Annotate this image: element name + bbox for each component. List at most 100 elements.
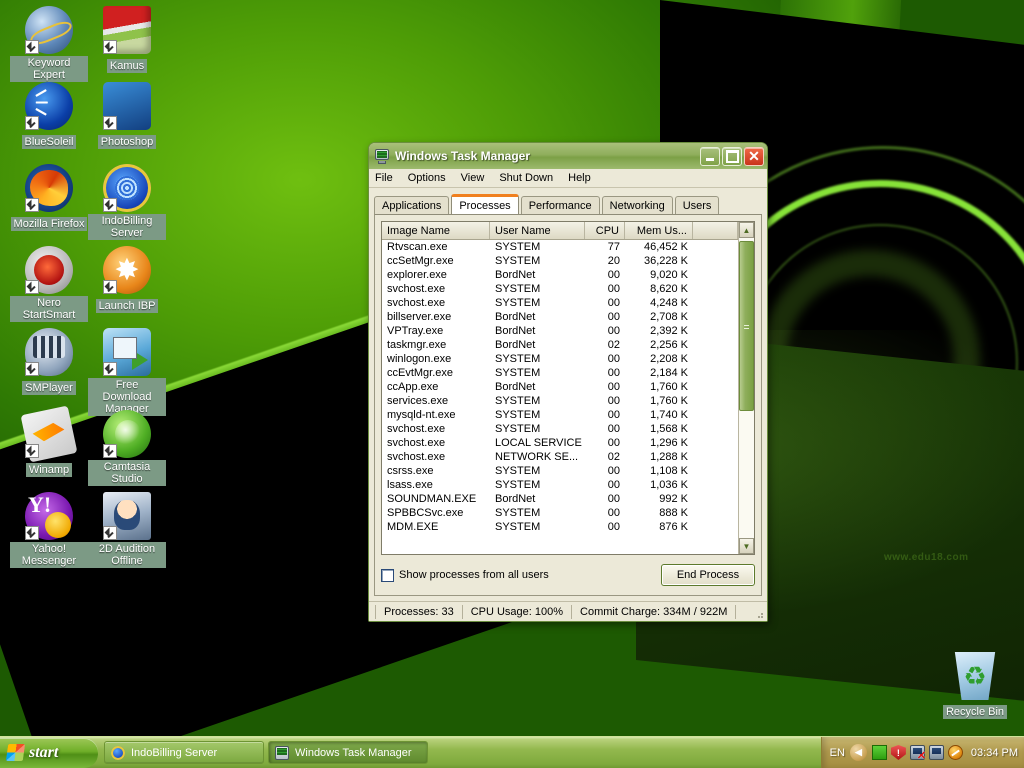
process-mem-usage: 1,760 K — [650, 381, 688, 393]
process-row[interactable]: csrss.exe SYSTEM 00 1,108 K — [382, 464, 738, 478]
language-indicator[interactable]: EN — [830, 747, 845, 759]
system-tray[interactable]: EN ◀ ✕ 03:34 PM — [820, 736, 1024, 768]
taskbar-button-indobilling-server[interactable]: IndoBilling Server — [104, 741, 264, 764]
process-image-name: mysqld-nt.exe — [387, 409, 456, 421]
process-row[interactable]: services.exe SYSTEM 00 1,760 K — [382, 394, 738, 408]
process-row[interactable]: svchost.exe NETWORK SE... 02 1,288 K — [382, 450, 738, 464]
fdm-icon — [103, 328, 151, 376]
network-disconnected-icon[interactable]: ✕ — [909, 745, 926, 762]
desktop-icon-mozilla-firefox[interactable]: Mozilla Firefox — [10, 164, 88, 232]
process-row[interactable]: SOUNDMAN.EXE BordNet 00 992 K — [382, 492, 738, 506]
process-cpu: 00 — [607, 493, 620, 505]
process-rows[interactable]: Rtvscan.exe SYSTEM 77 46,452 K ccSetMgr.exe S… — [382, 240, 738, 554]
disc-icon[interactable] — [947, 745, 963, 760]
resize-grip[interactable] — [754, 609, 764, 619]
process-row[interactable]: svchost.exe SYSTEM 00 1,568 K — [382, 422, 738, 436]
tab-strip-area: Applications Processes Performance Networki… — [369, 188, 767, 214]
process-row[interactable]: VPTray.exe BordNet 00 2,392 K — [382, 324, 738, 338]
process-image-name: svchost.exe — [387, 451, 446, 463]
process-row[interactable]: explorer.exe BordNet 00 9,020 K — [382, 268, 738, 282]
process-row[interactable]: svchost.exe SYSTEM 00 8,620 K — [382, 282, 738, 296]
process-row[interactable]: winlogon.exe SYSTEM 00 2,208 K — [382, 352, 738, 366]
process-mem-usage: 8,620 K — [650, 283, 688, 295]
column-header-mem-usage[interactable]: Mem Us... — [625, 222, 693, 239]
task-manager-window[interactable]: Windows Task Manager ✕ File Options View Sh… — [368, 142, 768, 622]
checkbox-box[interactable] — [381, 568, 394, 582]
desktop-icon-free-download-manager[interactable]: Free Download Manager — [88, 328, 166, 417]
menu-item-options[interactable]: Options — [406, 171, 448, 185]
column-header-user-name[interactable]: User Name — [490, 222, 585, 239]
process-row[interactable]: MDM.EXE SYSTEM 00 876 K — [382, 520, 738, 534]
green-status-icon[interactable] — [871, 745, 887, 760]
tab-strip[interactable]: Applications Processes Performance Networki… — [374, 194, 762, 214]
network-icon[interactable] — [928, 745, 944, 760]
end-process-button[interactable]: End Process — [661, 564, 755, 586]
desktop-icon-winamp[interactable]: Winamp — [10, 405, 88, 478]
process-image-name: lsass.exe — [387, 479, 433, 491]
process-row[interactable]: lsass.exe SYSTEM 00 1,036 K — [382, 478, 738, 492]
process-row[interactable]: svchost.exe LOCAL SERVICE 00 1,296 K — [382, 436, 738, 450]
desktop-icon-indobilling-server[interactable]: IndoBilling Server — [88, 164, 166, 241]
chevron-left-icon[interactable]: ◀ — [849, 744, 867, 761]
menu-item-file[interactable]: File — [373, 171, 395, 185]
desktop-icon-bluesoleil[interactable]: BlueSoleil — [10, 82, 88, 150]
process-row[interactable]: taskmgr.exe BordNet 02 2,256 K — [382, 338, 738, 352]
process-row[interactable]: billserver.exe BordNet 00 2,708 K — [382, 310, 738, 324]
scroll-up-button[interactable]: ▲ — [739, 222, 754, 238]
process-user-name: BordNet — [495, 325, 536, 337]
column-header-cpu[interactable]: CPU — [585, 222, 625, 239]
process-row[interactable]: mysqld-nt.exe SYSTEM 00 1,740 K — [382, 408, 738, 422]
minimize-button[interactable] — [700, 146, 720, 166]
shortcut-overlay-icon — [103, 526, 117, 540]
scrollbar-track[interactable] — [739, 238, 754, 538]
process-list-header[interactable]: Image Name User Name CPU Mem Us... — [382, 222, 738, 240]
start-button[interactable]: start — [0, 737, 98, 768]
show-all-users-checkbox[interactable]: Show processes from all users — [381, 568, 661, 582]
process-row[interactable]: ccEvtMgr.exe SYSTEM 00 2,184 K — [382, 366, 738, 380]
tab-networking[interactable]: Networking — [601, 196, 673, 214]
scrollbar-thumb[interactable] — [739, 241, 754, 411]
menu-item-view[interactable]: View — [459, 171, 487, 185]
column-header-image-name[interactable]: Image Name — [382, 222, 490, 239]
security-shield-icon[interactable] — [890, 745, 906, 760]
window-controls[interactable]: ✕ — [700, 146, 764, 166]
shortcut-overlay-icon — [103, 116, 117, 130]
scroll-down-button[interactable]: ▼ — [739, 538, 754, 554]
menu-bar[interactable]: File Options View Shut Down Help — [369, 169, 767, 188]
process-row[interactable]: ccSetMgr.exe SYSTEM 20 36,228 K — [382, 254, 738, 268]
process-cpu: 00 — [607, 353, 620, 365]
process-list[interactable]: Image Name User Name CPU Mem Us... Rtvsc… — [381, 221, 755, 555]
menu-item-shut-down[interactable]: Shut Down — [497, 171, 555, 185]
menu-item-help[interactable]: Help — [566, 171, 593, 185]
desktop-icon-smplayer[interactable]: SMPlayer — [10, 328, 88, 396]
process-row[interactable]: svchost.exe SYSTEM 00 4,248 K — [382, 296, 738, 310]
tab-performance[interactable]: Performance — [520, 196, 600, 214]
close-button[interactable]: ✕ — [744, 146, 764, 166]
tab-processes[interactable]: Processes — [451, 194, 519, 214]
maximize-button[interactable] — [722, 146, 742, 166]
desktop-icon-photoshop[interactable]: Photoshop — [88, 82, 166, 150]
taskbar-button-windows-task-manager[interactable]: Windows Task Manager — [268, 741, 428, 764]
tray-icons[interactable]: ✕ — [871, 745, 963, 762]
taskbar[interactable]: start IndoBilling Server Windows Task Man… — [0, 736, 1024, 768]
indobilling-icon — [103, 164, 151, 212]
taskbar-buttons[interactable]: IndoBilling Server Windows Task Manager — [104, 741, 432, 764]
desktop-icon-2d-audition-offline[interactable]: 2D Audition Offline — [88, 492, 166, 569]
clock[interactable]: 03:34 PM — [971, 747, 1018, 759]
process-row[interactable]: ccApp.exe BordNet 00 1,760 K — [382, 380, 738, 394]
title-bar[interactable]: Windows Task Manager ✕ — [369, 143, 767, 169]
desktop-icon-kamus[interactable]: Kamus — [88, 6, 166, 74]
process-row[interactable]: Rtvscan.exe SYSTEM 77 46,452 K — [382, 240, 738, 254]
desktop-icon-nero-startsmart[interactable]: Nero StartSmart — [10, 246, 88, 323]
tab-users[interactable]: Users — [674, 196, 720, 214]
tab-applications[interactable]: Applications — [374, 196, 450, 214]
desktop-icon-recycle-bin[interactable]: Recycle Bin — [936, 652, 1014, 720]
process-row[interactable]: SPBBCSvc.exe SYSTEM 00 888 K — [382, 506, 738, 520]
desktop-icon-launch-ibp[interactable]: Launch IBP — [88, 246, 166, 314]
process-list-scrollbar[interactable]: ▲ ▼ — [738, 222, 754, 554]
desktop-icon-yahoo-messenger[interactable]: Yahoo! Messenger — [10, 492, 88, 569]
desktop-icon-camtasia-studio[interactable]: Camtasia Studio — [88, 410, 166, 487]
process-cpu: 00 — [607, 367, 620, 379]
process-user-name: SYSTEM — [495, 353, 541, 365]
desktop-icon-keyword-expert[interactable]: Keyword Expert — [10, 6, 88, 83]
